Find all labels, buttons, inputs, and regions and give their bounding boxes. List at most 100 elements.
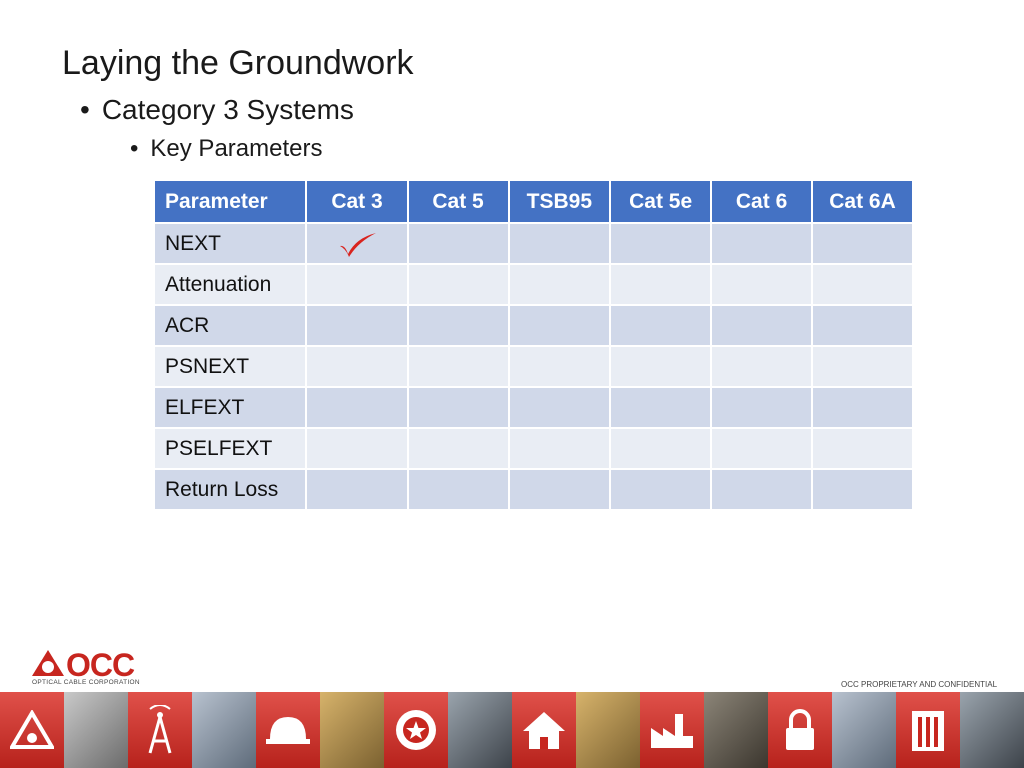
- lock-icon: [786, 709, 814, 750]
- parameters-table: Parameter Cat 3 Cat 5 TSB95 Cat 5e Cat 6…: [152, 179, 914, 511]
- table-cell: [406, 263, 510, 306]
- table-cell: [507, 427, 612, 470]
- table-cell: [305, 304, 409, 347]
- warning-icon: [10, 710, 54, 749]
- logo-subtitle: OPTICAL CABLE CORPORATION: [32, 679, 140, 686]
- table-cell: [406, 222, 510, 265]
- table-cell: [305, 222, 409, 265]
- table-cell: [406, 468, 510, 511]
- parameter-label: ACR: [152, 304, 308, 347]
- photo-tile: [320, 692, 384, 768]
- home-tile: [512, 692, 576, 768]
- table-cell: [710, 222, 814, 265]
- table-cell: [609, 427, 713, 470]
- table-cell: [811, 386, 914, 429]
- footer-image-strip: [0, 692, 1024, 768]
- table-cell: [609, 222, 713, 265]
- table-row: PSNEXT: [152, 345, 914, 388]
- photo-tile: [576, 692, 640, 768]
- table-cell: [710, 427, 814, 470]
- table-cell: [305, 386, 409, 429]
- occ-logo: OCC: [32, 647, 136, 680]
- parameter-label: PSNEXT: [152, 345, 308, 388]
- header-cell: Parameter: [152, 179, 308, 224]
- home-icon: [523, 712, 565, 749]
- table-row: PSELFEXT: [152, 427, 914, 470]
- parameter-label: Return Loss: [152, 468, 308, 511]
- table-cell: [710, 345, 814, 388]
- header-cell: Cat 5e: [609, 179, 713, 224]
- table-row: NEXT: [152, 222, 914, 265]
- table-cell: [305, 263, 409, 306]
- bullet-level-2: • Key Parameters: [130, 135, 322, 163]
- bullet-level-2-text: Key Parameters: [150, 135, 323, 162]
- table-cell: [609, 304, 713, 347]
- bullet-dot: •: [80, 94, 90, 125]
- table-cell: [609, 386, 713, 429]
- table-cell: [811, 222, 914, 265]
- table-cell: [609, 468, 713, 511]
- table-cell: [710, 263, 814, 306]
- table-body: NEXT Attenuation ACR PSNEXT ELFEXT PSELFEXT Re…: [152, 222, 914, 511]
- photo-tile: [960, 692, 1024, 768]
- table-cell: [305, 345, 409, 388]
- table-cell: [710, 386, 814, 429]
- table-cell: [305, 468, 409, 511]
- table-cell: [305, 427, 409, 470]
- table-cell: [811, 304, 914, 347]
- hard-hat-icon: [266, 717, 310, 744]
- table-cell: [406, 304, 510, 347]
- table-header-row: Parameter Cat 3 Cat 5 TSB95 Cat 5e Cat 6…: [152, 179, 914, 224]
- table-cell: [507, 386, 612, 429]
- table-cell: [507, 222, 612, 265]
- table-cell: [406, 345, 510, 388]
- table-cell: [406, 386, 510, 429]
- factory-icon: [651, 714, 693, 748]
- building-tile: [896, 692, 960, 768]
- photo-tile: [832, 692, 896, 768]
- bullet-level-1: • Category 3 Systems: [80, 94, 354, 126]
- header-cell: Cat 6A: [811, 179, 914, 224]
- factory-tile: [640, 692, 704, 768]
- table-cell: [811, 427, 914, 470]
- warning-tile: [0, 692, 64, 768]
- table-cell: [811, 345, 914, 388]
- table-cell: [507, 304, 612, 347]
- bullet-dot: •: [130, 135, 139, 162]
- table-cell: [811, 468, 914, 511]
- table-cell: [507, 263, 612, 306]
- confidential-notice: OCC PROPRIETARY AND CONFIDENTIAL: [841, 680, 998, 689]
- parameter-label: NEXT: [152, 222, 308, 265]
- header-cell: Cat 5: [406, 179, 510, 224]
- header-cell: TSB95: [507, 179, 612, 224]
- antenna-tile: [128, 692, 192, 768]
- photo-tile: [64, 692, 128, 768]
- military-tile: [384, 692, 448, 768]
- table-cell: [609, 345, 713, 388]
- parameter-label: PSELFEXT: [152, 427, 308, 470]
- table-cell: [710, 304, 814, 347]
- bullet-level-1-text: Category 3 Systems: [101, 94, 354, 125]
- header-cell: Cat 6: [710, 179, 814, 224]
- table-row: ACR: [152, 304, 914, 347]
- svg-text:OCC: OCC: [66, 647, 135, 680]
- checkmark-icon: [340, 232, 377, 257]
- lock-tile: [768, 692, 832, 768]
- table-row: ELFEXT: [152, 386, 914, 429]
- hard-hat-tile: [256, 692, 320, 768]
- table-row: Attenuation: [152, 263, 914, 306]
- table-cell: [406, 427, 510, 470]
- slide-title: Laying the Groundwork: [62, 44, 414, 82]
- table-cell: [609, 263, 713, 306]
- photo-tile: [192, 692, 256, 768]
- table-cell: [811, 263, 914, 306]
- antenna-tower-icon: [148, 705, 172, 754]
- table-cell: [507, 345, 612, 388]
- header-cell: Cat 3: [305, 179, 409, 224]
- building-icon: [912, 711, 944, 751]
- table-row: Return Loss: [152, 468, 914, 511]
- parameter-label: ELFEXT: [152, 386, 308, 429]
- table-cell: [507, 468, 612, 511]
- military-badge-icon: [396, 710, 436, 750]
- table-cell: [710, 468, 814, 511]
